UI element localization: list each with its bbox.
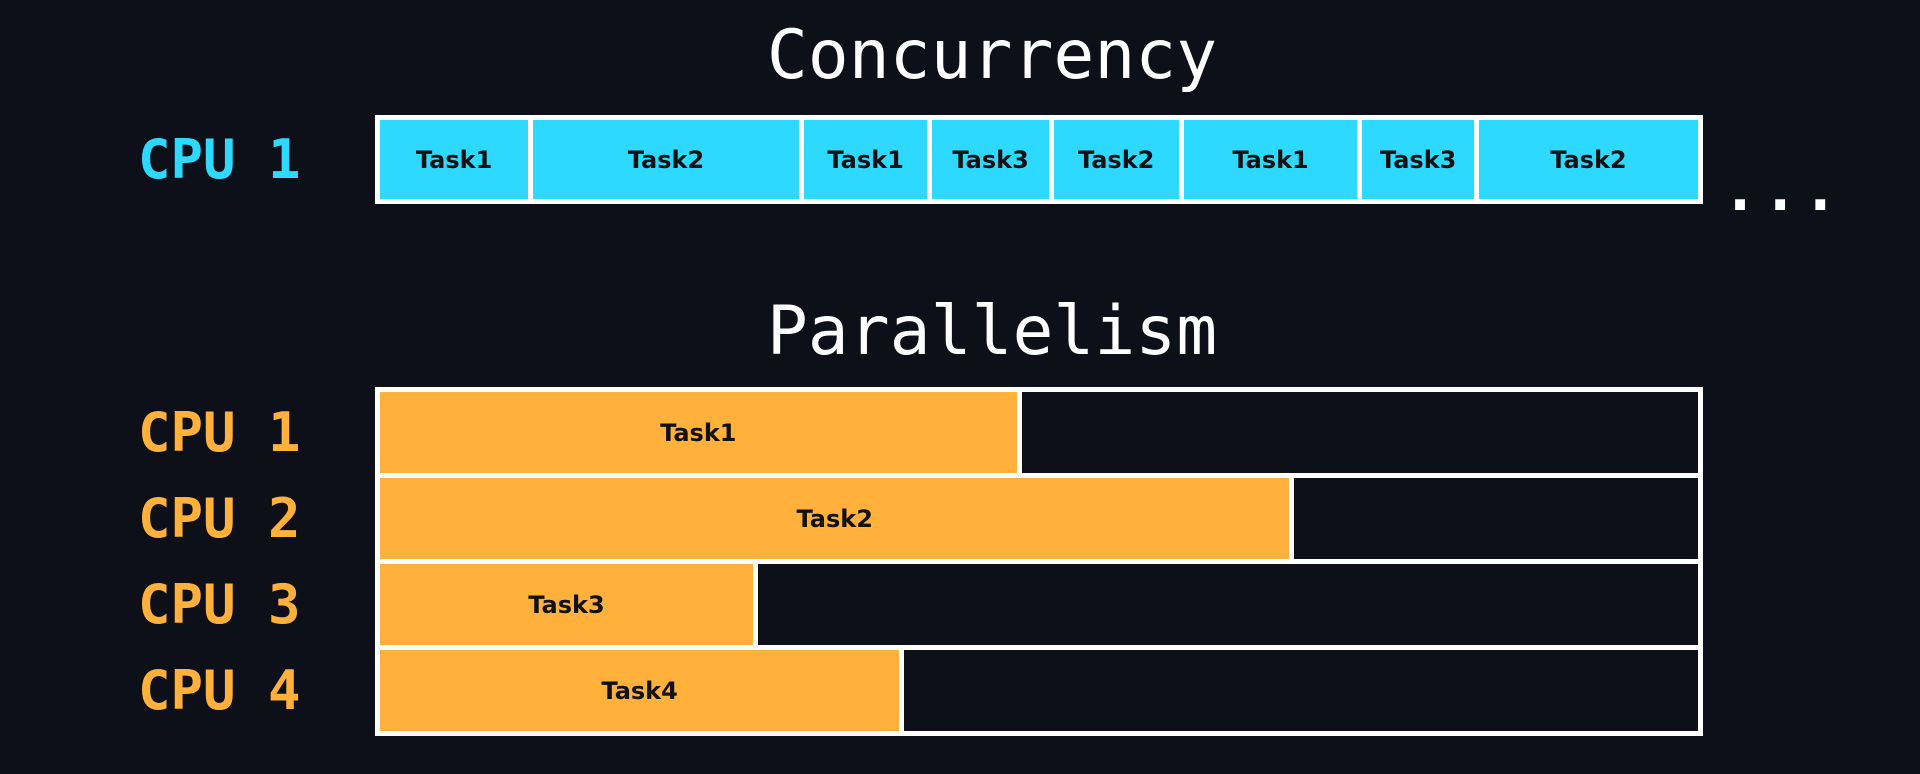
concurrency-task-segment: Task3 [1362,120,1474,199]
parallelism-task-bar: Task4 [380,650,900,731]
parallelism-title: Parallelism [766,292,1218,371]
concurrency-task-segment: Task2 [533,120,799,199]
parallelism-cpu-label: CPU 3 [138,572,301,636]
parallelism-task-bar: Task3 [380,564,753,645]
concurrency-task-segment: Task1 [803,120,928,199]
concurrency-task-segment: Task2 [1053,120,1179,199]
parallelism-idle-space [757,564,1698,645]
concurrency-title: Concurrency [766,16,1218,95]
continuation-ellipsis: ... [1722,155,1843,225]
concurrency-timeline: Task1 Task2 Task1 Task3 Task2 Task1 Task3 Task2 [375,115,1703,204]
concurrency-task-segment: Task2 [1478,120,1698,199]
parallelism-task-bar: Task1 [380,392,1017,473]
parallelism-task-bar: Task2 [380,478,1290,559]
parallelism-timeline: Task1 Task2 Task3 Task4 [375,387,1703,736]
parallelism-cpu-label: CPU 1 [138,400,301,464]
concurrency-task-segment: Task1 [1183,120,1358,199]
parallelism-idle-space [1021,392,1698,473]
parallelism-cpu-label: CPU 4 [138,658,301,722]
concurrency-task-segment: Task3 [932,120,1049,199]
parallelism-idle-space [1294,478,1698,559]
concurrency-task-segment: Task1 [380,120,529,199]
parallelism-cpu-label: CPU 2 [138,486,301,550]
parallelism-idle-space [904,650,1698,731]
concurrency-cpu-label: CPU 1 [138,128,301,191]
